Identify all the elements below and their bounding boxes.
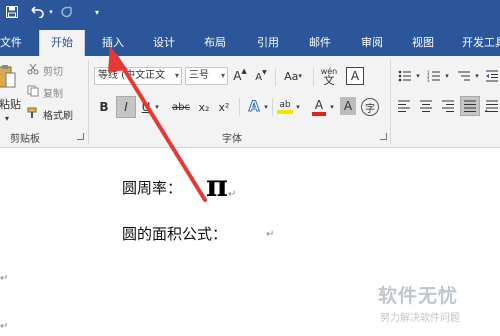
clipboard-launcher-icon[interactable] <box>77 133 84 140</box>
font-launcher-icon[interactable] <box>380 133 387 140</box>
group-separator <box>88 60 89 144</box>
group-separator <box>390 60 391 144</box>
area-formula-label-text: 圆的面积公式： <box>122 225 228 243</box>
align-center-icon[interactable] <box>418 98 434 114</box>
justify-icon[interactable] <box>460 96 480 116</box>
tab-design[interactable]: 设计 <box>146 30 182 56</box>
tab-home[interactable]: 开始 <box>39 30 85 56</box>
character-shading-button[interactable]: A <box>340 97 356 115</box>
ribbon-tabs: 文件 开始 插入 设计 布局 引用 邮件 审阅 视图 开发工具 <box>0 24 500 56</box>
tab-view[interactable]: 视图 <box>405 30 441 56</box>
cut-label[interactable]: 剪切 <box>43 63 63 78</box>
tab-review[interactable]: 审阅 <box>354 30 390 56</box>
italic-button[interactable]: I <box>116 96 136 118</box>
numbering-icon[interactable]: 123 <box>425 67 443 85</box>
word-window: ▾ ▾ 文件 开始 插入 设计 布局 引用 邮件 审阅 视图 开发工具 粘贴 ▾… <box>0 0 500 336</box>
cut-icon[interactable] <box>26 62 40 76</box>
numbering-dropdown-icon[interactable]: ▾ <box>443 70 451 82</box>
character-border-button[interactable]: A <box>346 67 364 85</box>
tab-references[interactable]: 引用 <box>250 30 286 56</box>
distributed-icon[interactable] <box>484 98 500 114</box>
paste-button-label[interactable]: 粘贴 <box>0 96 21 112</box>
separator <box>275 68 276 86</box>
redo-icon[interactable] <box>58 2 76 22</box>
save-icon[interactable] <box>4 2 20 22</box>
text-effects-dropdown-icon[interactable]: ▾ <box>262 100 270 114</box>
format-painter-label[interactable]: 格式刷 <box>43 107 73 122</box>
shrink-font-button[interactable]: A ▼ <box>253 69 269 85</box>
strikethrough-button[interactable]: abc <box>170 98 192 116</box>
font-name-combobox[interactable]: 等线 (中文正文 ▾ <box>94 67 182 85</box>
tab-developer[interactable]: 开发工具 <box>454 30 500 56</box>
multilevel-list-icon[interactable] <box>455 67 473 85</box>
paragraph-mark: ↵ <box>228 189 237 200</box>
title-bar: ▾ ▾ <box>0 0 500 24</box>
align-left-icon[interactable] <box>396 98 412 114</box>
separator <box>272 98 273 116</box>
font-name-value: 等线 (中文正文 <box>98 70 166 81</box>
watermark-subtitle: 努力解决软件问题 <box>380 313 460 324</box>
customize-qat-icon[interactable]: ▾ <box>92 2 102 22</box>
change-case-button[interactable]: Aa ▾ <box>281 67 305 85</box>
enclose-characters-button[interactable]: 字 <box>361 98 379 116</box>
subscript-button[interactable]: x₂ <box>196 98 212 116</box>
tab-layout[interactable]: 布局 <box>197 30 233 56</box>
copy-icon[interactable] <box>26 84 40 98</box>
paragraph-mark: ↵ <box>266 229 275 240</box>
tab-insert[interactable]: 插入 <box>95 30 131 56</box>
paragraph-mark: ↵ <box>0 273 9 284</box>
chevron-down-icon[interactable]: ▾ <box>175 68 179 84</box>
superscript-button[interactable]: x² <box>216 98 232 116</box>
copy-label[interactable]: 复制 <box>43 85 63 100</box>
format-painter-icon[interactable] <box>26 106 40 120</box>
font-color-dropdown-icon[interactable]: ▾ <box>328 100 336 114</box>
document-canvas[interactable]: 圆周率： π ↵ 圆的面积公式： ↵ ↵ ↵ 软件无忧 努力解决软件问题 <box>0 149 500 336</box>
undo-dropdown-icon[interactable]: ▾ <box>46 2 56 22</box>
text-effects-button[interactable]: A <box>246 97 262 117</box>
tab-file[interactable]: 文件 <box>0 30 26 56</box>
separator <box>313 68 314 86</box>
chevron-down-icon[interactable]: ▾ <box>221 68 225 84</box>
underline-dropdown-icon[interactable]: ▾ <box>153 100 161 114</box>
paste-dropdown-icon[interactable]: ▾ <box>5 114 9 123</box>
undo-icon[interactable] <box>28 2 46 22</box>
multilevel-dropdown-icon[interactable]: ▾ <box>473 70 481 82</box>
decrease-indent-icon[interactable] <box>484 67 500 85</box>
font-size-combobox[interactable]: 三号 ▾ <box>185 67 228 85</box>
svg-text:3: 3 <box>427 78 430 82</box>
paste-icon[interactable] <box>0 62 16 92</box>
bullets-icon[interactable] <box>396 67 414 85</box>
phonetic-guide-button[interactable]: wén 文 <box>319 65 339 87</box>
font-group-label: 字体 <box>222 134 242 145</box>
font-size-value: 三号 <box>189 70 209 81</box>
bold-button[interactable]: B <box>96 98 112 116</box>
clipboard-group-label: 剪贴板 <box>10 134 40 145</box>
grow-font-button[interactable]: A ▲ <box>232 67 248 85</box>
align-right-icon[interactable] <box>440 98 456 114</box>
paragraph-mark: ↵ <box>0 321 9 332</box>
watermark-title: 软件无忧 <box>378 285 459 307</box>
underline-button[interactable]: U <box>139 98 153 116</box>
font-color-button[interactable]: A <box>310 96 328 118</box>
highlight-dropdown-icon[interactable]: ▾ <box>294 100 302 114</box>
separator <box>239 98 240 116</box>
highlighter-icon: ab <box>279 100 291 110</box>
bullets-dropdown-icon[interactable]: ▾ <box>414 70 422 82</box>
pi-symbol: π <box>206 169 228 204</box>
highlight-color-button[interactable]: ab <box>276 96 294 118</box>
pi-label-text: 圆周率： <box>122 179 183 197</box>
tab-mailings[interactable]: 邮件 <box>302 30 338 56</box>
ribbon: 粘贴 ▾ 剪切 复制 格式刷 剪贴板 等线 (中文正文 ▾ 三号 ▾ A ▲ A ▼… <box>0 56 500 148</box>
